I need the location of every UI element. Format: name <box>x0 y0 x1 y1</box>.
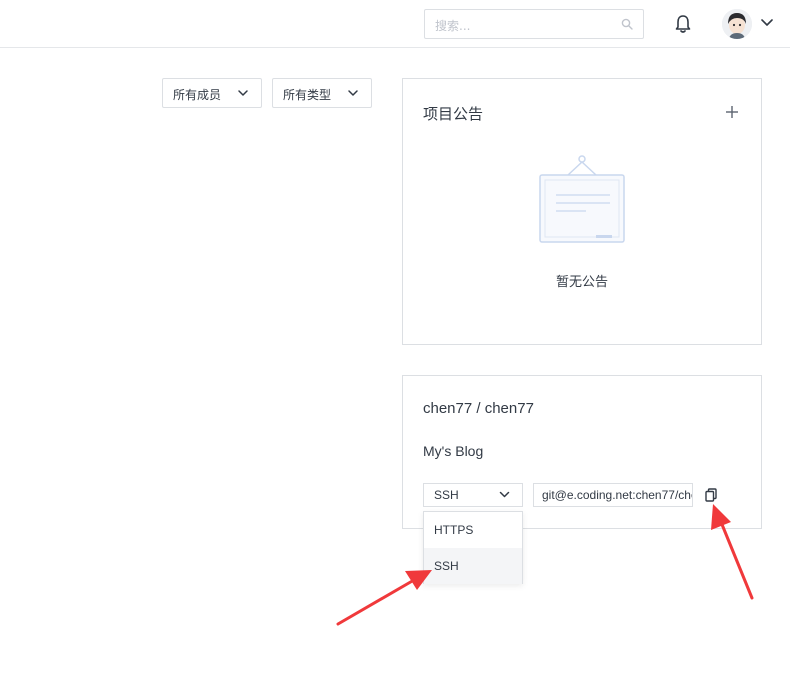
copy-icon[interactable] <box>705 488 717 502</box>
avatar[interactable] <box>722 9 752 39</box>
protocol-option-https[interactable]: HTTPS <box>424 512 522 548</box>
top-header <box>0 0 790 48</box>
search-icon[interactable] <box>621 18 633 30</box>
members-filter-select[interactable]: 所有成员 <box>162 78 262 108</box>
add-announcement-icon[interactable] <box>725 105 739 119</box>
repo-description: My's Blog <box>423 443 484 459</box>
clone-url-input[interactable] <box>542 487 692 503</box>
search-input[interactable] <box>433 16 617 36</box>
clone-url-field[interactable] <box>533 483 693 507</box>
members-filter-label: 所有成员 <box>173 88 222 102</box>
protocol-select[interactable]: SSH <box>423 483 523 507</box>
types-filter-select[interactable]: 所有类型 <box>272 78 372 108</box>
announcement-title: 项目公告 <box>423 105 484 123</box>
types-filter-label: 所有类型 <box>283 88 332 102</box>
announcement-card: 项目公告 暂无公告 <box>402 78 762 345</box>
repository-card: chen77 / chen77 My's Blog SSH <box>402 375 762 529</box>
protocol-dropdown-menu: HTTPS SSH <box>423 511 523 584</box>
repo-name[interactable]: chen77 / chen77 <box>423 400 534 417</box>
empty-board-icon <box>539 155 625 243</box>
search-box[interactable] <box>424 9 644 39</box>
chevron-down-icon[interactable] <box>760 18 774 28</box>
chevron-down-icon <box>348 90 358 96</box>
chevron-down-icon <box>499 491 510 498</box>
protocol-select-value: SSH <box>434 488 459 502</box>
arrow-to-ssh-option <box>336 570 432 626</box>
bell-icon[interactable] <box>674 14 692 34</box>
protocol-option-ssh[interactable]: SSH <box>424 548 522 584</box>
chevron-down-icon <box>238 90 248 96</box>
empty-announcement-text: 暂无公告 <box>555 275 608 290</box>
avatar-illustration-icon <box>722 9 752 39</box>
